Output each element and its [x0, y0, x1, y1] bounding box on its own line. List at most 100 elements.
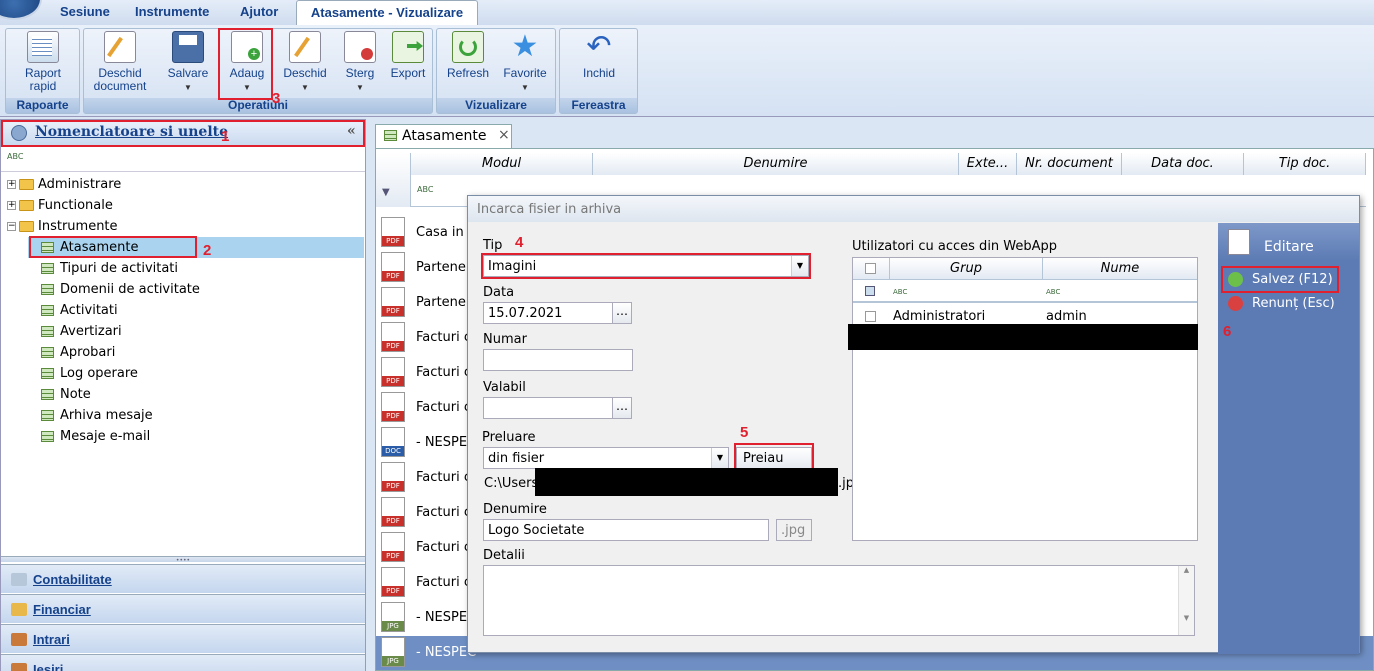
users-filter-row[interactable]: ABC ABC: [853, 281, 1197, 303]
column-header-modul[interactable]: Modul: [411, 153, 593, 175]
raport-rapid-button[interactable]: Raport rapid: [14, 31, 72, 93]
refresh-button[interactable]: Refresh: [443, 31, 493, 80]
tab-atasamente[interactable]: Atasamente ×: [375, 124, 512, 148]
users-grid-header: Grup Nume: [853, 258, 1197, 280]
tree-item-administrare[interactable]: + Administrare: [7, 174, 121, 195]
collapse-icon[interactable]: −: [7, 222, 16, 231]
jpg-icon: JPG: [381, 602, 405, 632]
row-modul[interactable]: Facturi c: [416, 365, 471, 380]
row-modul[interactable]: Facturi c: [416, 540, 471, 555]
data-label: Data: [483, 285, 515, 300]
favorite-button[interactable]: ★ Favorite ▼: [497, 31, 553, 94]
save-icon: [172, 31, 204, 63]
accordion-label: Contabilitate: [33, 572, 112, 587]
inchid-label: Inchid: [582, 66, 616, 80]
valabil-picker-button[interactable]: …: [612, 397, 632, 419]
detalii-scrollbar[interactable]: ▲ ▼: [1178, 566, 1194, 635]
column-header-tip-doc[interactable]: Tip doc.: [1244, 153, 1366, 175]
accordion-financiar[interactable]: Financiar: [1, 594, 365, 623]
tree-item-mesaje-e-mail[interactable]: Mesaje e-mail: [41, 426, 150, 447]
row-modul[interactable]: Casa in: [416, 225, 464, 240]
star-icon: ★: [511, 30, 539, 63]
tree-item-note[interactable]: Note: [41, 384, 91, 405]
annotation-box-2: [29, 236, 197, 258]
inchid-button[interactable]: ↶ Inchid: [572, 31, 626, 80]
expand-icon[interactable]: +: [7, 201, 16, 210]
raport-rapid-label-1: Raport: [24, 66, 62, 80]
tree-item-activitati[interactable]: Activitati: [41, 300, 118, 321]
column-header-nume[interactable]: Nume: [1042, 258, 1197, 280]
tree-item-arhiva-mesaje[interactable]: Arhiva mesaje: [41, 405, 153, 426]
row-modul[interactable]: Facturi c: [416, 575, 471, 590]
export-button[interactable]: Export: [384, 31, 432, 80]
splitter-handle[interactable]: ••••: [1, 556, 365, 564]
renunt-button[interactable]: Renunț (Esc): [1218, 293, 1335, 314]
column-header-denumire[interactable]: Denumire: [593, 153, 959, 175]
tree-item-log-operare[interactable]: Log operare: [41, 363, 138, 384]
row-checkbox[interactable]: [865, 311, 876, 322]
salvare-button[interactable]: Salvare ▼: [160, 31, 216, 94]
close-icon[interactable]: ×: [498, 127, 510, 143]
app-menu-button[interactable]: [0, 0, 42, 20]
favorite-label: Favorite: [503, 66, 547, 80]
denumire-field[interactable]: Logo Societate: [483, 519, 769, 541]
accordion-contabilitate[interactable]: Contabilitate: [1, 564, 365, 593]
row-modul[interactable]: Facturi c: [416, 505, 471, 520]
menu-tab-instrumente[interactable]: Instrumente: [135, 4, 209, 19]
menu-tab-ajutor[interactable]: Ajutor: [240, 4, 278, 19]
text-filter-icon: ABC: [893, 288, 908, 296]
preluare-select[interactable]: din fisier ▼: [483, 447, 729, 469]
row-modul[interactable]: Facturi c: [416, 330, 471, 345]
pdf-icon: PDF: [381, 532, 405, 562]
deschid-button[interactable]: Deschid ▼: [278, 31, 332, 94]
column-header-data-doc[interactable]: Data doc.: [1122, 153, 1244, 175]
row-modul[interactable]: Facturi c: [416, 400, 471, 415]
grid-icon: [41, 326, 54, 337]
tree-item-tipuri-de-activitati[interactable]: Tipuri de activitati: [41, 258, 178, 279]
tree-item-instrumente[interactable]: − Instrumente: [7, 216, 118, 237]
expand-icon[interactable]: +: [7, 180, 16, 189]
tree-item-functionale[interactable]: + Functionale: [7, 195, 113, 216]
numar-field[interactable]: [483, 349, 633, 371]
cancel-icon: [1228, 296, 1243, 311]
refresh-icon: [452, 31, 484, 63]
row-modul[interactable]: Partener: [416, 295, 471, 310]
edit-document-icon: [104, 31, 136, 63]
tree-item-label: Administrare: [38, 177, 122, 192]
tree-item-label: Activitati: [60, 303, 118, 318]
sterg-label: Sterg: [345, 66, 375, 80]
accordion-intrari[interactable]: Intrari: [1, 624, 365, 653]
tree-item-label: Note: [60, 387, 91, 402]
accordion-iesiri[interactable]: Iesiri: [1, 654, 365, 671]
row-modul[interactable]: Partener: [416, 260, 471, 275]
column-header-nr-document[interactable]: Nr. document: [1017, 153, 1122, 175]
select-all-checkbox[interactable]: [865, 263, 876, 274]
upload-dialog: Incarca fisier in arhiva Tip Imagini ▼ 4…: [467, 195, 1360, 654]
column-header-extensie[interactable]: Exte...: [959, 153, 1017, 175]
detalii-textarea[interactable]: [483, 565, 1195, 636]
row-modul[interactable]: Facturi c: [416, 470, 471, 485]
data-field[interactable]: 15.07.2021: [483, 302, 613, 324]
tree-item-aprobari[interactable]: Aprobari: [41, 342, 115, 363]
raport-rapid-label-2: rapid: [29, 79, 57, 93]
menu-tab-sesiune[interactable]: Sesiune: [60, 4, 110, 19]
redacted-block: [848, 324, 1198, 350]
pdf-icon: PDF: [381, 567, 405, 597]
pdf-icon: PDF: [381, 357, 405, 387]
valabil-field[interactable]: [483, 397, 613, 419]
filter-row[interactable]: ABC: [1, 148, 365, 172]
tree-item-avertizari[interactable]: Avertizari: [41, 321, 122, 342]
filter-icon[interactable]: ▼: [382, 187, 390, 198]
dialog-title: Incarca fisier in arhiva: [468, 196, 1359, 222]
tree-item-domenii-de-activitate[interactable]: Domenii de activitate: [41, 279, 200, 300]
date-picker-button[interactable]: …: [612, 302, 632, 324]
accordion-label: Intrari: [33, 632, 70, 647]
menu-tab-atasamente-vizualizare[interactable]: Atasamente - Vizualizare: [296, 0, 478, 28]
grid-icon: [41, 263, 54, 274]
editare-header: Editare: [1218, 223, 1359, 261]
deschid-document-button[interactable]: Deschid document: [90, 31, 150, 93]
sterg-button[interactable]: Sterg ▼: [338, 31, 382, 94]
deschid-dropdown-icon: ▼: [301, 83, 309, 92]
column-header-grup[interactable]: Grup: [889, 258, 1042, 280]
chevron-down-icon[interactable]: ▼: [711, 448, 728, 468]
